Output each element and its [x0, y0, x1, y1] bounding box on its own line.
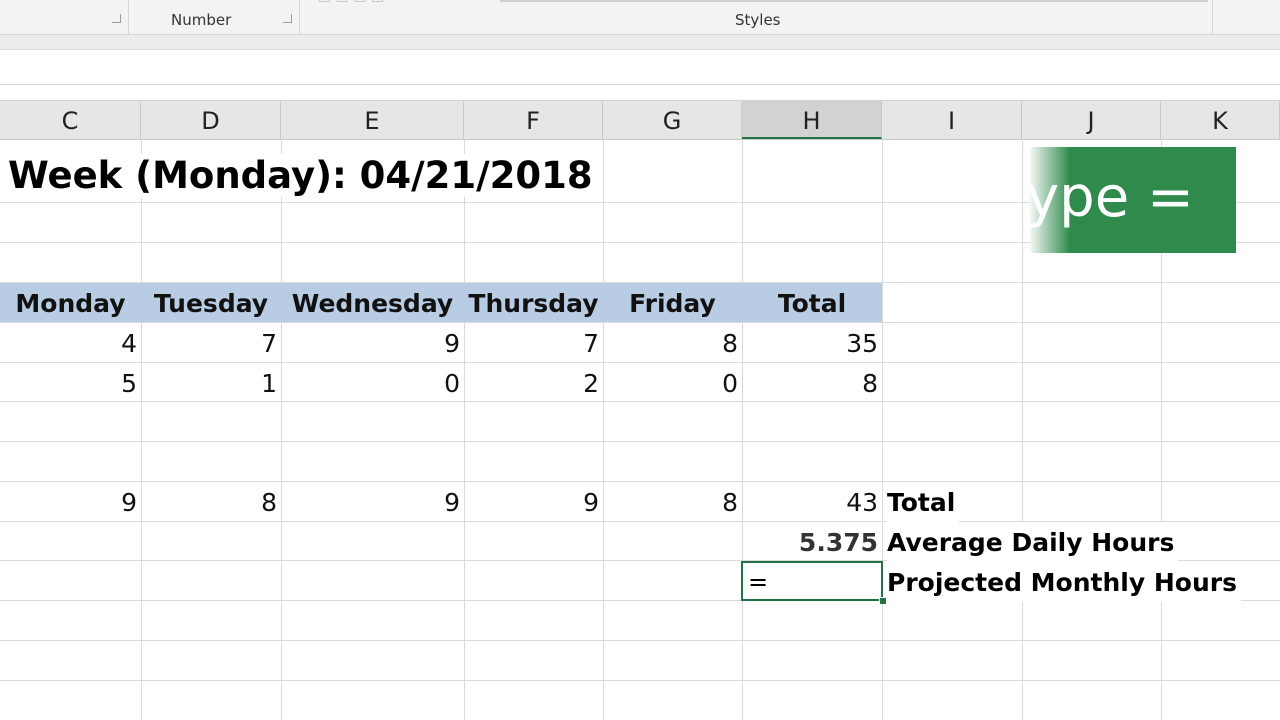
gridline: [0, 640, 1280, 641]
ribbon-separator: [299, 0, 300, 34]
totals-cell[interactable]: 8: [141, 482, 281, 522]
gridline: [281, 139, 282, 720]
column-header-i[interactable]: I: [882, 101, 1022, 139]
number-dialog-launcher-icon[interactable]: [283, 14, 292, 23]
gridline: [141, 139, 142, 720]
table-cell[interactable]: 7: [141, 323, 281, 363]
ribbon-bottom-gap: [0, 35, 1280, 50]
gridline: [0, 680, 1280, 681]
number-group-label: Number: [171, 11, 232, 29]
column-header-j[interactable]: J: [1022, 101, 1161, 139]
table-cell[interactable]: 4: [0, 323, 141, 363]
ribbon-separator: [1212, 0, 1213, 34]
fill-handle[interactable]: [879, 597, 887, 605]
table-cell[interactable]: 0: [603, 363, 742, 403]
table-cell[interactable]: 8: [742, 363, 882, 403]
projected-label[interactable]: Projected Monthly Hours: [887, 562, 1241, 602]
gridline: [464, 139, 465, 720]
gridline: [0, 441, 1280, 442]
gridline: [882, 139, 883, 720]
table-cell[interactable]: 5: [0, 363, 141, 403]
sheet-title-cell[interactable]: Week (Monday): 04/21/2018: [8, 154, 599, 197]
table-cell[interactable]: 9: [281, 323, 464, 363]
table-cell[interactable]: 0: [281, 363, 464, 403]
average-label[interactable]: Average Daily Hours: [887, 522, 1179, 562]
column-header-f[interactable]: F: [464, 101, 603, 139]
styles-gallery-edge: [500, 0, 1208, 2]
instruction-overlay-banner: ype =: [1030, 147, 1236, 253]
table-cell[interactable]: 7: [464, 323, 603, 363]
table-cell[interactable]: 8: [603, 323, 742, 363]
formula-bar-area[interactable]: [0, 50, 1280, 85]
table-cell[interactable]: 2: [464, 363, 603, 403]
totals-cell[interactable]: 43: [742, 482, 882, 522]
column-header-k[interactable]: K: [1161, 101, 1280, 139]
header-monday[interactable]: Monday: [0, 283, 141, 322]
totals-cell[interactable]: 9: [0, 482, 141, 522]
column-header-c[interactable]: C: [0, 101, 141, 139]
clipboard-dialog-launcher-icon[interactable]: [112, 14, 121, 23]
average-value-cell[interactable]: 5.375: [742, 522, 882, 562]
totals-label[interactable]: Total: [887, 482, 960, 522]
column-header-row: C D E F G H I J K: [0, 100, 1280, 140]
styles-group-label: Styles: [735, 11, 781, 29]
gridline: [1022, 139, 1023, 720]
header-friday[interactable]: Friday: [603, 283, 742, 322]
totals-cell[interactable]: 9: [464, 482, 603, 522]
column-header-g[interactable]: G: [603, 101, 742, 139]
header-tuesday[interactable]: Tuesday: [141, 283, 281, 322]
ribbon-separator: [128, 0, 129, 34]
overlay-fade: [1030, 147, 1070, 253]
active-cell-h[interactable]: =: [741, 561, 883, 601]
header-thursday[interactable]: Thursday: [464, 283, 603, 322]
gridline: [742, 139, 743, 720]
active-cell-input[interactable]: =: [748, 563, 768, 601]
totals-cell[interactable]: 9: [281, 482, 464, 522]
column-header-e[interactable]: E: [281, 101, 464, 139]
header-total[interactable]: Total: [742, 283, 882, 322]
table-cell[interactable]: 35: [742, 323, 882, 363]
ribbon-faded-controls: ▭ ▭ ▭ ▭: [318, 0, 384, 7]
gridline: [603, 139, 604, 720]
column-header-d[interactable]: D: [141, 101, 281, 139]
header-wednesday[interactable]: Wednesday: [281, 283, 464, 322]
ribbon: ▭ ▭ ▭ ▭ Number Styles: [0, 0, 1280, 35]
table-cell[interactable]: 1: [141, 363, 281, 403]
column-header-h[interactable]: H: [742, 101, 882, 139]
totals-cell[interactable]: 8: [603, 482, 742, 522]
